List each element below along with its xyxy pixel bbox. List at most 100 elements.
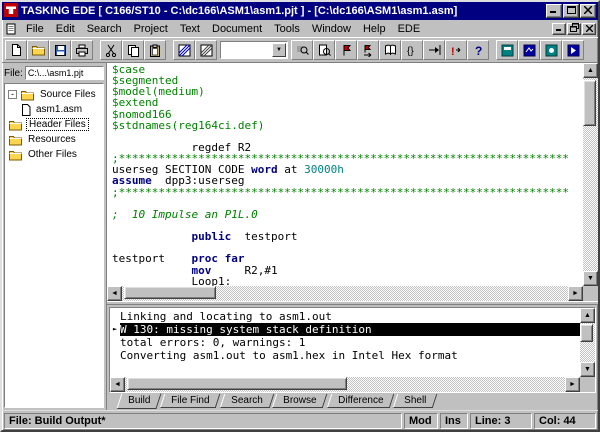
- menu-item-file[interactable]: File: [20, 22, 50, 36]
- menu-item-project[interactable]: Project: [128, 22, 174, 36]
- menu-item-document[interactable]: Document: [206, 22, 268, 36]
- scroll-up-button[interactable]: ▲: [580, 308, 595, 323]
- output-line[interactable]: Converting asm1.out to asm1.hex in Intel…: [110, 349, 580, 362]
- project-options-button[interactable]: [496, 40, 518, 60]
- editor-content[interactable]: $case$segmented$model(medium)$extend$nom…: [107, 63, 583, 286]
- tab-difference[interactable]: Difference: [326, 394, 394, 408]
- document-close-button[interactable]: [582, 23, 596, 35]
- find-button[interactable]: [291, 40, 313, 60]
- tab-search[interactable]: Search: [219, 394, 273, 408]
- minimize-button[interactable]: [546, 4, 562, 18]
- output-line[interactable]: Linking and locating to asm1.out: [110, 310, 580, 323]
- scroll-track[interactable]: [583, 78, 598, 271]
- next-error-button[interactable]: !: [445, 40, 467, 60]
- scroll-left-button[interactable]: ◄: [107, 286, 122, 301]
- match-brace-button[interactable]: {}: [401, 40, 423, 60]
- paste-button[interactable]: [144, 40, 166, 60]
- scroll-track[interactable]: [125, 377, 565, 392]
- editor-column: $case$segmented$model(medium)$extend$nom…: [107, 63, 598, 410]
- editor-line: public testport: [112, 231, 583, 242]
- make-button[interactable]: [540, 40, 562, 60]
- tab-shell[interactable]: Shell: [393, 394, 438, 408]
- right-arrow-icon: ►: [569, 381, 576, 388]
- svg-text:?: ?: [475, 44, 482, 57]
- right-arrow-icon: ►: [572, 290, 579, 297]
- tab-label: Build: [128, 394, 150, 407]
- browse-button[interactable]: [379, 40, 401, 60]
- up-arrow-icon: ▲: [587, 67, 594, 74]
- code-editor[interactable]: $case$segmented$model(medium)$extend$nom…: [107, 63, 598, 301]
- app-icon[interactable]: [4, 3, 18, 20]
- cut-button[interactable]: [100, 40, 122, 60]
- open-button[interactable]: [27, 40, 49, 60]
- new-file-button[interactable]: [5, 40, 27, 60]
- window-title: TASKING EDE [ C166/ST10 - C:\dc166\ASM1\…: [21, 5, 543, 17]
- scroll-track[interactable]: [580, 323, 595, 362]
- scroll-track[interactable]: [122, 286, 568, 301]
- editor-line: $extend: [112, 97, 583, 108]
- menu-item-help[interactable]: Help: [357, 22, 392, 36]
- maximize-button[interactable]: [563, 4, 579, 18]
- menu-item-search[interactable]: Search: [81, 22, 128, 36]
- project-tree[interactable]: -Source Filesasm1.asmHeader FilesResourc…: [4, 83, 104, 408]
- menu-item-text[interactable]: Text: [174, 22, 206, 36]
- tab-label: Search: [231, 394, 263, 407]
- scroll-left-button[interactable]: ◄: [110, 377, 125, 392]
- compile-button[interactable]: [173, 40, 195, 60]
- menu-item-edit[interactable]: Edit: [50, 22, 81, 36]
- editor-vscrollbar[interactable]: ▲ ▼: [583, 63, 598, 286]
- tree-item-header-files[interactable]: Header Files: [6, 117, 102, 132]
- tab-file-find[interactable]: File Find: [160, 394, 221, 408]
- output-hscrollbar[interactable]: ◄ ►: [110, 377, 580, 392]
- tab-build[interactable]: Build: [116, 393, 161, 409]
- debug-button[interactable]: [562, 40, 584, 60]
- copy-button[interactable]: [122, 40, 144, 60]
- tree-item-other-files[interactable]: Other Files: [6, 147, 102, 162]
- save-button[interactable]: [49, 40, 71, 60]
- tab-browse[interactable]: Browse: [272, 394, 328, 408]
- scroll-thumb[interactable]: [583, 80, 596, 126]
- tree-item-resources[interactable]: Resources: [6, 132, 102, 147]
- menu-item-window[interactable]: Window: [306, 22, 357, 36]
- output-line-text: total errors: 0, warnings: 1: [120, 336, 580, 349]
- collapse-icon[interactable]: -: [8, 90, 17, 99]
- goto-line-button[interactable]: [423, 40, 445, 60]
- editor-hscrollbar[interactable]: ◄ ►: [107, 286, 583, 301]
- directories-button[interactable]: [518, 40, 540, 60]
- scroll-right-button[interactable]: ►: [568, 286, 583, 301]
- scroll-down-button[interactable]: ▼: [580, 362, 595, 377]
- build-output[interactable]: Linking and locating to asm1.out►W 130: …: [110, 308, 580, 377]
- menu-item-ede[interactable]: EDE: [392, 22, 427, 36]
- scroll-up-button[interactable]: ▲: [583, 63, 598, 78]
- help-button[interactable]: ?: [467, 40, 489, 60]
- scroll-thumb[interactable]: [124, 286, 216, 299]
- scroll-thumb[interactable]: [127, 377, 347, 390]
- scroll-thumb[interactable]: [580, 324, 593, 342]
- error-next-icon: !: [450, 44, 462, 57]
- output-line[interactable]: total errors: 0, warnings: 1: [110, 336, 580, 349]
- close-button[interactable]: [580, 4, 596, 18]
- tree-item-asm1-asm[interactable]: asm1.asm: [6, 102, 102, 117]
- left-arrow-icon: ◄: [114, 381, 121, 388]
- scroll-right-button[interactable]: ►: [565, 377, 580, 392]
- document-restore-button[interactable]: [567, 23, 581, 35]
- scroll-down-button[interactable]: ▼: [583, 271, 598, 286]
- build-button[interactable]: [195, 40, 217, 60]
- next-bookmark-button[interactable]: [357, 40, 379, 60]
- document-system-menu-icon[interactable]: [4, 22, 18, 36]
- menu-item-tools[interactable]: Tools: [268, 22, 306, 36]
- output-line[interactable]: ►W 130: missing system stack definition: [110, 323, 580, 336]
- search-combo[interactable]: ▼: [220, 41, 288, 59]
- project-file-field[interactable]: C:\...\asm1.pjt: [25, 66, 104, 80]
- toggle-bookmark-button[interactable]: [335, 40, 357, 60]
- chevron-down-icon[interactable]: ▼: [272, 43, 286, 57]
- tab-label: Difference: [338, 394, 383, 407]
- output-vscrollbar[interactable]: ▲ ▼: [580, 308, 595, 377]
- find-in-files-button[interactable]: [313, 40, 335, 60]
- tree-item-source-files[interactable]: -Source Files: [6, 87, 102, 102]
- print-button[interactable]: [71, 40, 93, 60]
- output-panel: Linking and locating to asm1.out►W 130: …: [107, 305, 598, 410]
- document-minimize-button[interactable]: [552, 23, 566, 35]
- folder-icon: [8, 134, 23, 146]
- copy-icon: [127, 44, 140, 57]
